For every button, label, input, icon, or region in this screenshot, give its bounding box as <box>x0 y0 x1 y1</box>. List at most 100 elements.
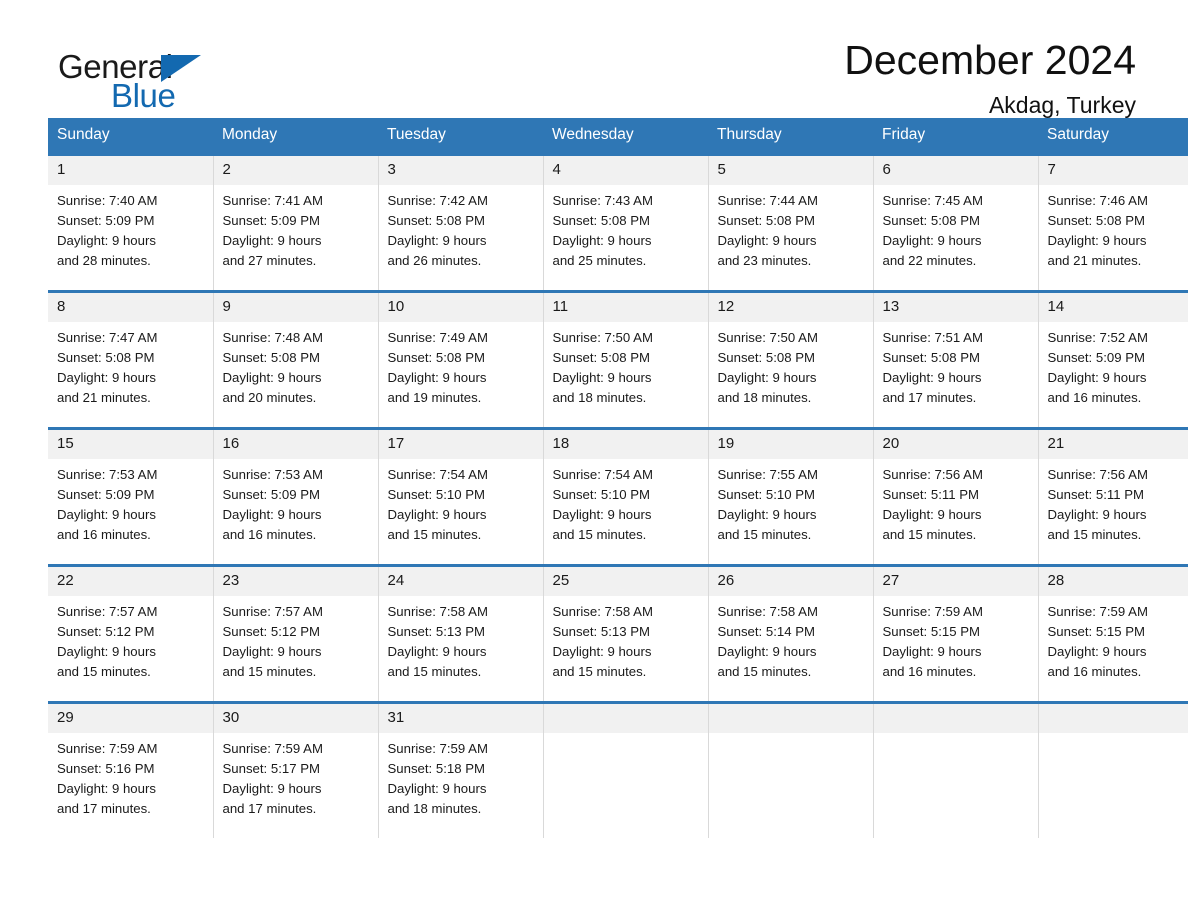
day-sun-info: Sunrise: 7:55 AM Sunset: 5:10 PM Dayligh… <box>717 467 818 542</box>
day-number <box>708 704 873 733</box>
day-cell[interactable]: 27 Sunrise: 7:59 AM Sunset: 5:15 PM Dayli… <box>873 564 1039 703</box>
day-sun-info: Sunrise: 7:54 AM Sunset: 5:10 PM Dayligh… <box>552 467 653 542</box>
day-sun-info: Sunrise: 7:40 AM Sunset: 5:09 PM Dayligh… <box>57 193 158 268</box>
day-cell[interactable]: 2 Sunrise: 7:41 AM Sunset: 5:09 PM Daylig… <box>213 153 379 292</box>
day-sun-info <box>874 733 1038 739</box>
day-cell-empty <box>1038 701 1188 838</box>
day-number: 19 <box>708 430 873 459</box>
day-number: 22 <box>48 567 213 596</box>
day-sun-info: Sunrise: 7:48 AM Sunset: 5:08 PM Dayligh… <box>222 330 323 405</box>
day-cell[interactable]: 10 Sunrise: 7:49 AM Sunset: 5:08 PM Dayli… <box>378 290 544 429</box>
day-number: 11 <box>543 293 708 322</box>
day-number: 8 <box>48 293 213 322</box>
day-number: 28 <box>1038 567 1188 596</box>
day-cell[interactable]: 19 Sunrise: 7:55 AM Sunset: 5:10 PM Dayli… <box>708 427 874 566</box>
page-subtitle-location: Akdag, Turkey <box>988 92 1136 118</box>
day-number: 9 <box>213 293 378 322</box>
day-cell-empty <box>543 701 709 838</box>
day-cell[interactable]: 29 Sunrise: 7:59 AM Sunset: 5:16 PM Dayli… <box>48 701 214 838</box>
day-sun-info: Sunrise: 7:57 AM Sunset: 5:12 PM Dayligh… <box>57 604 158 679</box>
day-sun-info: Sunrise: 7:52 AM Sunset: 5:09 PM Dayligh… <box>1047 330 1148 405</box>
day-number: 3 <box>378 156 543 185</box>
day-number: 10 <box>378 293 543 322</box>
day-cell[interactable]: 12 Sunrise: 7:50 AM Sunset: 5:08 PM Dayli… <box>708 290 874 429</box>
day-sun-info: Sunrise: 7:51 AM Sunset: 5:08 PM Dayligh… <box>882 330 983 405</box>
day-sun-info: Sunrise: 7:42 AM Sunset: 5:08 PM Dayligh… <box>387 193 488 268</box>
day-sun-info: Sunrise: 7:43 AM Sunset: 5:08 PM Dayligh… <box>552 193 653 268</box>
day-number: 5 <box>708 156 873 185</box>
day-cell[interactable]: 16 Sunrise: 7:53 AM Sunset: 5:09 PM Dayli… <box>213 427 379 566</box>
day-number: 15 <box>48 430 213 459</box>
day-sun-info: Sunrise: 7:46 AM Sunset: 5:08 PM Dayligh… <box>1047 193 1148 268</box>
day-number <box>543 704 708 733</box>
day-cell[interactable]: 31 Sunrise: 7:59 AM Sunset: 5:18 PM Dayli… <box>378 701 544 838</box>
day-cell[interactable]: 13 Sunrise: 7:51 AM Sunset: 5:08 PM Dayli… <box>873 290 1039 429</box>
day-number: 31 <box>378 704 543 733</box>
day-cell[interactable]: 20 Sunrise: 7:56 AM Sunset: 5:11 PM Dayli… <box>873 427 1039 566</box>
day-sun-info: Sunrise: 7:57 AM Sunset: 5:12 PM Dayligh… <box>222 604 323 679</box>
day-number: 25 <box>543 567 708 596</box>
day-cell[interactable]: 1 Sunrise: 7:40 AM Sunset: 5:09 PM Daylig… <box>48 153 214 292</box>
day-cell-empty <box>708 701 874 838</box>
weekday-header-thursday: Thursday <box>708 118 873 155</box>
day-number: 4 <box>543 156 708 185</box>
day-cell[interactable]: 15 Sunrise: 7:53 AM Sunset: 5:09 PM Dayli… <box>48 427 214 566</box>
logo-text-blue: Blue <box>111 77 176 114</box>
day-cell[interactable]: 3 Sunrise: 7:42 AM Sunset: 5:08 PM Daylig… <box>378 153 544 292</box>
day-cell[interactable]: 21 Sunrise: 7:56 AM Sunset: 5:11 PM Dayli… <box>1038 427 1188 566</box>
day-sun-info: Sunrise: 7:44 AM Sunset: 5:08 PM Dayligh… <box>717 193 818 268</box>
calendar-page: General Blue December 2024 Akdag, Turkey… <box>0 0 1188 918</box>
day-sun-info: Sunrise: 7:41 AM Sunset: 5:09 PM Dayligh… <box>222 193 323 268</box>
week-row: 15 Sunrise: 7:53 AM Sunset: 5:09 PM Dayli… <box>48 427 1188 566</box>
day-cell[interactable]: 28 Sunrise: 7:59 AM Sunset: 5:15 PM Dayli… <box>1038 564 1188 703</box>
page-title: December 2024 <box>844 37 1136 83</box>
weekday-header-monday: Monday <box>213 118 378 155</box>
day-sun-info <box>709 733 873 739</box>
day-cell[interactable]: 11 Sunrise: 7:50 AM Sunset: 5:08 PM Dayli… <box>543 290 709 429</box>
day-sun-info: Sunrise: 7:49 AM Sunset: 5:08 PM Dayligh… <box>387 330 488 405</box>
page-header: General Blue December 2024 Akdag, Turkey <box>48 0 1140 118</box>
day-cell[interactable]: 23 Sunrise: 7:57 AM Sunset: 5:12 PM Dayli… <box>213 564 379 703</box>
day-number: 13 <box>873 293 1038 322</box>
weekday-header-row: Sunday Monday Tuesday Wednesday Thursday… <box>48 118 1188 155</box>
week-row: 8 Sunrise: 7:47 AM Sunset: 5:08 PM Daylig… <box>48 290 1188 429</box>
day-cell[interactable]: 24 Sunrise: 7:58 AM Sunset: 5:13 PM Dayli… <box>378 564 544 703</box>
day-number: 7 <box>1038 156 1188 185</box>
day-cell[interactable]: 14 Sunrise: 7:52 AM Sunset: 5:09 PM Dayli… <box>1038 290 1188 429</box>
day-number: 16 <box>213 430 378 459</box>
day-cell[interactable]: 8 Sunrise: 7:47 AM Sunset: 5:08 PM Daylig… <box>48 290 214 429</box>
day-number: 26 <box>708 567 873 596</box>
day-cell[interactable]: 4 Sunrise: 7:43 AM Sunset: 5:08 PM Daylig… <box>543 153 709 292</box>
day-sun-info: Sunrise: 7:59 AM Sunset: 5:15 PM Dayligh… <box>882 604 983 679</box>
day-number: 17 <box>378 430 543 459</box>
day-cell[interactable]: 7 Sunrise: 7:46 AM Sunset: 5:08 PM Daylig… <box>1038 153 1188 292</box>
day-number <box>1038 704 1188 733</box>
day-cell[interactable]: 18 Sunrise: 7:54 AM Sunset: 5:10 PM Dayli… <box>543 427 709 566</box>
day-sun-info: Sunrise: 7:59 AM Sunset: 5:17 PM Dayligh… <box>222 741 323 816</box>
day-number: 24 <box>378 567 543 596</box>
day-cell[interactable]: 22 Sunrise: 7:57 AM Sunset: 5:12 PM Dayli… <box>48 564 214 703</box>
day-cell[interactable]: 30 Sunrise: 7:59 AM Sunset: 5:17 PM Dayli… <box>213 701 379 838</box>
day-number: 21 <box>1038 430 1188 459</box>
weekday-header-tuesday: Tuesday <box>378 118 543 155</box>
day-cell-empty <box>873 701 1039 838</box>
day-number: 12 <box>708 293 873 322</box>
day-number: 27 <box>873 567 1038 596</box>
day-number: 30 <box>213 704 378 733</box>
day-cell[interactable]: 9 Sunrise: 7:48 AM Sunset: 5:08 PM Daylig… <box>213 290 379 429</box>
day-cell[interactable]: 25 Sunrise: 7:58 AM Sunset: 5:13 PM Dayli… <box>543 564 709 703</box>
day-sun-info: Sunrise: 7:59 AM Sunset: 5:18 PM Dayligh… <box>387 741 488 816</box>
day-cell[interactable]: 5 Sunrise: 7:44 AM Sunset: 5:08 PM Daylig… <box>708 153 874 292</box>
weekday-header-sunday: Sunday <box>48 118 213 155</box>
day-sun-info: Sunrise: 7:58 AM Sunset: 5:13 PM Dayligh… <box>387 604 488 679</box>
day-sun-info <box>544 733 708 739</box>
weekday-header-saturday: Saturday <box>1038 118 1188 155</box>
day-cell[interactable]: 17 Sunrise: 7:54 AM Sunset: 5:10 PM Dayli… <box>378 427 544 566</box>
day-cell[interactable]: 26 Sunrise: 7:58 AM Sunset: 5:14 PM Dayli… <box>708 564 874 703</box>
week-row: 22 Sunrise: 7:57 AM Sunset: 5:12 PM Dayli… <box>48 564 1188 703</box>
day-sun-info: Sunrise: 7:50 AM Sunset: 5:08 PM Dayligh… <box>717 330 818 405</box>
day-number: 6 <box>873 156 1038 185</box>
day-sun-info: Sunrise: 7:54 AM Sunset: 5:10 PM Dayligh… <box>387 467 488 542</box>
day-cell[interactable]: 6 Sunrise: 7:45 AM Sunset: 5:08 PM Daylig… <box>873 153 1039 292</box>
day-number: 14 <box>1038 293 1188 322</box>
